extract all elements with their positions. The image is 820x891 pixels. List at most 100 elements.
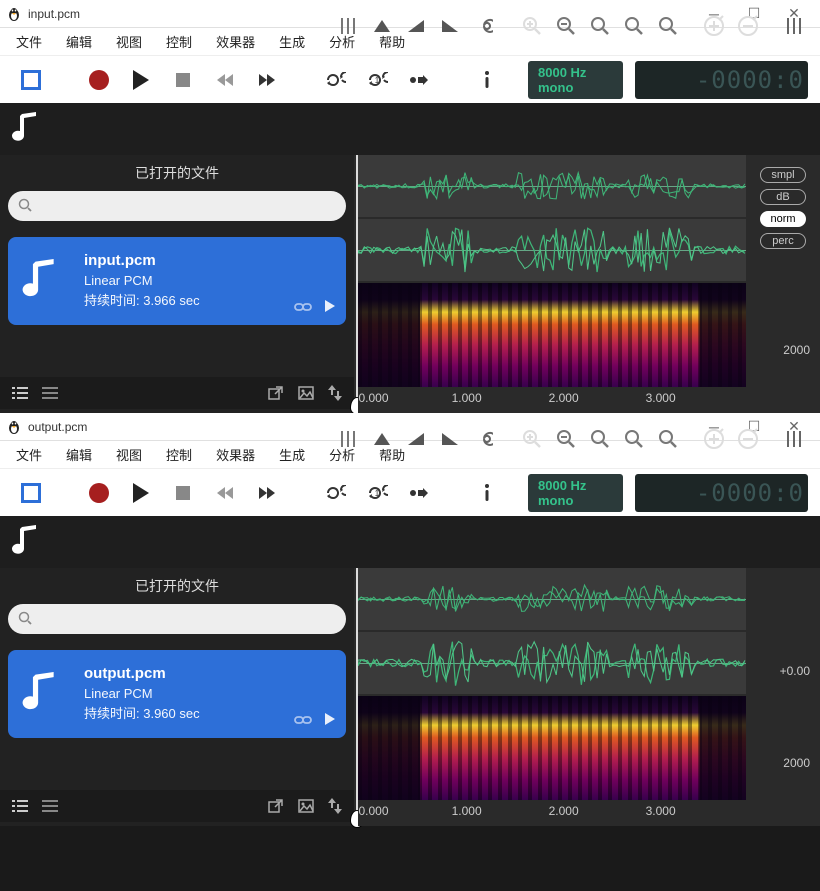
sort-icon[interactable] <box>328 798 342 814</box>
time-tick: 0.000 <box>359 391 389 405</box>
waveform-track-2[interactable] <box>358 632 746 694</box>
stop-button[interactable] <box>164 61 202 99</box>
transport-toolbar: 1 8000 Hz mono -0000:0 <box>0 55 820 103</box>
sort-icon[interactable] <box>328 385 342 401</box>
list-view-icon[interactable] <box>12 800 28 812</box>
rewind-button[interactable] <box>206 474 244 512</box>
columns2-icon[interactable] <box>780 425 808 453</box>
zoom-sel-button[interactable] <box>620 12 648 40</box>
lines-view-icon[interactable] <box>42 387 58 399</box>
scale-pill-dB[interactable]: dB <box>760 189 806 205</box>
menu-4[interactable]: 效果器 <box>204 441 267 468</box>
menu-2[interactable]: 视图 <box>104 28 154 55</box>
sample-rate: 8000 Hz <box>538 478 613 493</box>
card-play-button[interactable] <box>324 712 336 726</box>
fade-in-icon[interactable] <box>402 425 430 453</box>
menu-2[interactable]: 视图 <box>104 441 154 468</box>
scale-pill-smpl[interactable]: smpl <box>760 167 806 183</box>
fade-triangle-icon[interactable] <box>368 12 396 40</box>
spiral-icon[interactable] <box>470 12 498 40</box>
channel-mode: mono <box>538 493 613 508</box>
image-icon[interactable] <box>298 386 314 400</box>
vzoom-out-button[interactable] <box>734 12 762 40</box>
image-icon[interactable] <box>298 799 314 813</box>
spectrogram[interactable] <box>358 283 746 387</box>
file-card[interactable]: input.pcm Linear PCM 持续时间: 3.966 sec <box>8 237 346 325</box>
selection-tool[interactable] <box>12 61 50 99</box>
vzoom-in-button[interactable] <box>700 425 728 453</box>
menu-4[interactable]: 效果器 <box>204 28 267 55</box>
loop-button[interactable] <box>316 61 354 99</box>
fade-triangle-icon[interactable] <box>368 425 396 453</box>
zoom-sel-button[interactable] <box>620 425 648 453</box>
zoom-out-button[interactable] <box>552 425 580 453</box>
scale-pill-perc[interactable]: perc <box>760 233 806 249</box>
menu-5[interactable]: 生成 <box>267 441 317 468</box>
menu-0[interactable]: 文件 <box>4 441 54 468</box>
panel-title: 已打开的文件 <box>0 155 354 191</box>
play-button[interactable] <box>122 61 160 99</box>
spectrogram[interactable] <box>358 696 746 800</box>
list-view-icon[interactable] <box>12 387 28 399</box>
time-tick: 2.000 <box>549 391 579 405</box>
zoom-reset-button[interactable] <box>654 12 682 40</box>
dark-header <box>0 103 820 155</box>
record-button[interactable] <box>80 474 118 512</box>
info-button[interactable] <box>468 61 506 99</box>
wave-scale-tick: +0.00 <box>780 664 810 678</box>
selection-tool[interactable] <box>12 474 50 512</box>
menu-5[interactable]: 生成 <box>267 28 317 55</box>
record-button[interactable] <box>80 61 118 99</box>
waveform-track-1[interactable] <box>358 155 746 217</box>
scale-pill-norm[interactable]: norm <box>760 211 806 227</box>
lines-view-icon[interactable] <box>42 800 58 812</box>
loop-one-button[interactable]: 1 <box>358 61 396 99</box>
zoom-fit-button[interactable] <box>586 425 614 453</box>
menu-3[interactable]: 控制 <box>154 28 204 55</box>
play-button[interactable] <box>122 474 160 512</box>
export-icon[interactable] <box>268 386 284 400</box>
link-icon[interactable] <box>294 301 312 313</box>
fade-in-icon[interactable] <box>402 12 430 40</box>
spiral-icon[interactable] <box>470 425 498 453</box>
zoom-out-button[interactable] <box>552 12 580 40</box>
menu-0[interactable]: 文件 <box>4 28 54 55</box>
loop-one-button[interactable]: 1 <box>358 474 396 512</box>
file-card[interactable]: output.pcm Linear PCM 持续时间: 3.960 sec <box>8 650 346 738</box>
menu-1[interactable]: 编辑 <box>54 441 104 468</box>
fast-forward-button[interactable] <box>248 61 286 99</box>
info-button[interactable] <box>468 474 506 512</box>
loop-button[interactable] <box>316 474 354 512</box>
transport-toolbar: 1 8000 Hz mono -0000:0 <box>0 468 820 516</box>
waveform-track-1[interactable] <box>358 568 746 630</box>
rewind-button[interactable] <box>206 61 244 99</box>
zoom-in-button[interactable] <box>518 425 546 453</box>
zoom-reset-button[interactable] <box>654 425 682 453</box>
link-icon[interactable] <box>294 714 312 726</box>
file-format: Linear PCM <box>84 684 200 704</box>
play-from-cursor-button[interactable] <box>400 474 438 512</box>
vzoom-in-button[interactable] <box>700 12 728 40</box>
zoom-fit-button[interactable] <box>586 12 614 40</box>
fade-out-icon[interactable] <box>436 12 464 40</box>
fade-out-icon[interactable] <box>436 425 464 453</box>
menu-1[interactable]: 编辑 <box>54 28 104 55</box>
file-duration: 持续时间: 3.960 sec <box>84 704 200 724</box>
file-search-input[interactable] <box>8 604 346 634</box>
zoom-in-button[interactable] <box>518 12 546 40</box>
level-meter: -0000:0 <box>635 474 808 512</box>
time-tick: 2.000 <box>549 804 579 818</box>
vzoom-out-button[interactable] <box>734 425 762 453</box>
export-icon[interactable] <box>268 799 284 813</box>
card-play-button[interactable] <box>324 299 336 313</box>
menu-3[interactable]: 控制 <box>154 441 204 468</box>
file-search-input[interactable] <box>8 191 346 221</box>
play-from-cursor-button[interactable] <box>400 61 438 99</box>
columns-icon[interactable] <box>334 425 362 453</box>
waveform-track-2[interactable] <box>358 219 746 281</box>
columns-icon[interactable] <box>334 12 362 40</box>
fast-forward-button[interactable] <box>248 474 286 512</box>
app-icon <box>6 419 22 435</box>
columns2-icon[interactable] <box>780 12 808 40</box>
stop-button[interactable] <box>164 474 202 512</box>
